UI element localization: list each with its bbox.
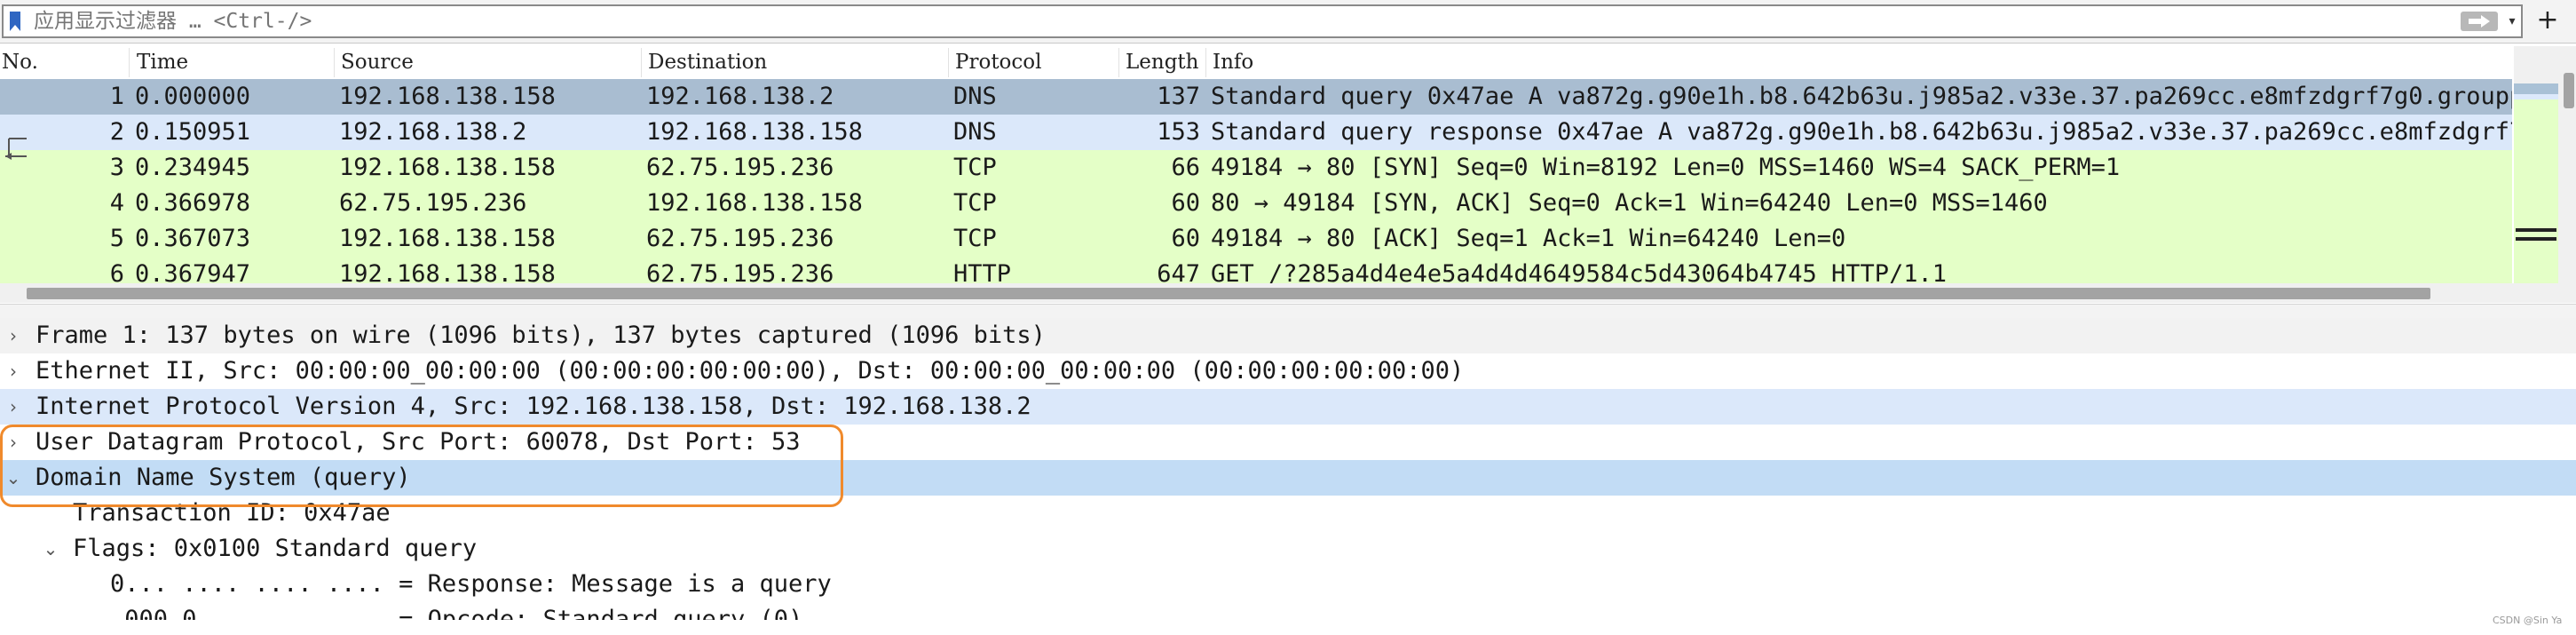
cell-length: 60 [1171, 189, 1200, 217]
cell-destination: 62.75.195.236 [646, 225, 834, 252]
packet-row[interactable]: 5 0.367073 192.168.138.158 62.75.195.236 TCP… [0, 221, 2512, 257]
column-header-info[interactable]: Info [1213, 46, 1253, 79]
related-packet-icon [5, 138, 27, 160]
cell-source: 192.168.138.158 [339, 154, 556, 181]
collapsed-chevron-icon[interactable]: › [4, 353, 23, 389]
detail-tree-label: Frame 1: 137 bytes on wire (1096 bits), … [36, 321, 1046, 349]
cell-info: 80 → 49184 [SYN, ACK] Seq=0 Ack=1 Win=64… [1211, 189, 2048, 217]
cell-time: 0.366978 [135, 189, 251, 217]
column-divider[interactable] [334, 48, 335, 77]
cell-time: 0.150951 [135, 118, 251, 146]
minimap-dns-marker [2514, 94, 2558, 99]
detail-tree-item[interactable]: › Frame 1: 137 bytes on wire (1096 bits),… [0, 318, 2576, 353]
cell-protocol: TCP [953, 154, 997, 181]
detail-tree-item[interactable]: › Internet Protocol Version 4, Src: 192.1… [0, 389, 2576, 425]
cell-no: 4 [109, 189, 124, 217]
column-divider[interactable] [641, 48, 642, 77]
expanded-chevron-icon[interactable]: ⌄ [41, 531, 60, 567]
cell-source: 192.168.138.158 [339, 83, 556, 110]
watermark: CSDN @Sin Ya [2493, 615, 2563, 626]
cell-destination: 192.168.138.158 [646, 189, 863, 217]
packet-list-header: No. Time Source Destination Protocol Len… [0, 46, 2576, 79]
cell-destination: 62.75.195.236 [646, 154, 834, 181]
right-arrow-icon [2469, 15, 2490, 28]
cell-length: 137 [1157, 83, 1200, 110]
collapsed-chevron-icon[interactable]: › [4, 318, 23, 353]
detail-tree-item[interactable]: 0... .... .... .... = Response: Message … [0, 567, 2576, 602]
column-divider[interactable] [948, 48, 949, 77]
cell-source: 62.75.195.236 [339, 189, 527, 217]
collapsed-chevron-icon[interactable]: › [4, 389, 23, 425]
cell-destination: 192.168.138.2 [646, 83, 834, 110]
cell-info: 49184 → 80 [SYN] Seq=0 Win=8192 Len=0 MS… [1211, 154, 2121, 181]
detail-tree-label: .000 0... .... .... = Opcode: Standard q… [110, 606, 803, 620]
minimap-view-marker [2516, 228, 2556, 232]
detail-tree-item[interactable]: › Ethernet II, Src: 00:00:00_00:00:00 (00… [0, 353, 2576, 389]
packet-row[interactable]: 1 0.000000 192.168.138.158 192.168.138.2 DNS… [0, 79, 2512, 115]
apply-filter-button[interactable] [2461, 12, 2498, 31]
cell-protocol: TCP [953, 189, 997, 217]
display-filter-toolbar: ▾ + [0, 0, 2576, 44]
filter-history-dropdown-icon[interactable]: ▾ [2505, 12, 2519, 30]
cell-info: Standard query 0x47ae A va872g.g90e1h.b8… [1211, 83, 2512, 110]
cell-no: 1 [109, 83, 124, 110]
column-divider[interactable] [1118, 48, 1119, 77]
minimap-selected-marker [2514, 83, 2558, 94]
packet-list-horizontal-scrollbar[interactable] [0, 283, 2576, 303]
cell-time: 0.234945 [135, 154, 251, 181]
packet-list-pane: No. Time Source Destination Protocol Len… [0, 46, 2576, 304]
add-filter-button[interactable]: + [2532, 5, 2564, 37]
cell-time: 0.000000 [135, 83, 251, 110]
bookmark-icon[interactable] [9, 11, 21, 32]
cell-info: 49184 → 80 [ACK] Seq=1 Ack=1 Win=64240 L… [1211, 225, 1846, 252]
cell-source: 192.168.138.2 [339, 118, 527, 146]
vertical-scrollbar-thumb[interactable] [2564, 73, 2574, 108]
cell-protocol: TCP [953, 225, 997, 252]
column-header-protocol[interactable]: Protocol [955, 46, 1042, 79]
minimap-view-marker [2516, 237, 2556, 241]
column-divider[interactable] [1205, 48, 1206, 77]
horizontal-scrollbar-thumb[interactable] [27, 288, 2430, 299]
display-filter-input[interactable] [34, 6, 2430, 36]
column-header-source[interactable]: Source [341, 46, 414, 79]
detail-tree-label: 0... .... .... .... = Response: Message … [110, 570, 832, 598]
column-header-no[interactable]: No. [2, 46, 38, 79]
cell-time: 0.367073 [135, 225, 251, 252]
detail-tree-label: Ethernet II, Src: 00:00:00_00:00:00 (00:… [36, 357, 1465, 385]
packet-minimap[interactable] [2514, 83, 2558, 283]
packet-row[interactable]: 4 0.366978 62.75.195.236 192.168.138.158 TCP… [0, 186, 2512, 221]
cell-no: 5 [109, 225, 124, 252]
cell-length: 60 [1171, 225, 1200, 252]
column-header-time[interactable]: Time [137, 46, 188, 79]
cell-info: Standard query response 0x47ae A va872g.… [1211, 118, 2512, 146]
column-header-destination[interactable]: Destination [648, 46, 767, 79]
cell-protocol: DNS [953, 118, 997, 146]
detail-tree-item[interactable]: ⌄ Flags: 0x0100 Standard query [0, 531, 2576, 567]
cell-length: 66 [1171, 154, 1200, 181]
detail-tree-label: Internet Protocol Version 4, Src: 192.16… [36, 393, 1031, 420]
column-header-length[interactable]: Length [1126, 46, 1198, 79]
detail-tree-label: Flags: 0x0100 Standard query [73, 535, 478, 562]
cell-source: 192.168.138.158 [339, 225, 556, 252]
cell-protocol: DNS [953, 83, 997, 110]
cell-length: 153 [1157, 118, 1200, 146]
packet-row[interactable]: 3 0.234945 192.168.138.158 62.75.195.236 TCP… [0, 150, 2512, 186]
display-filter-box[interactable]: ▾ [2, 4, 2523, 38]
detail-tree-item[interactable]: .000 0... .... .... = Opcode: Standard q… [0, 602, 2576, 620]
packet-row[interactable]: 2 0.150951 192.168.138.2 192.168.138.158 DNS… [0, 115, 2512, 150]
column-divider[interactable] [129, 48, 130, 77]
annotation-highlight-outline [0, 425, 843, 507]
cell-destination: 192.168.138.158 [646, 118, 863, 146]
